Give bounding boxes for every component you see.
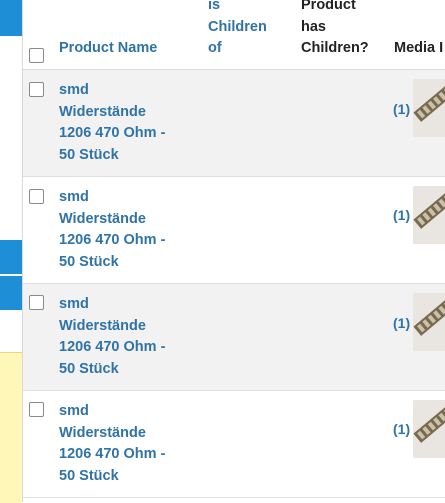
table-row: smd Widerstände 1206 470 Ohm - 50 Stück … xyxy=(23,177,445,284)
nav-bar-fragment xyxy=(0,276,22,310)
media-count-link[interactable]: (1) xyxy=(393,101,410,117)
media-count-link[interactable]: (1) xyxy=(393,207,410,223)
resistor-strip-image xyxy=(413,400,445,458)
product-name-link[interactable]: smd Widerstände 1206 470 Ohm - 50 Stück xyxy=(59,80,189,166)
column-header-product-has-children: Product has Children? xyxy=(301,0,369,56)
resistor-strip-image xyxy=(413,79,445,137)
row-select-checkbox[interactable] xyxy=(29,82,44,97)
table-row: smd Widerstände 1206 470 Ohm - 50 Stück … xyxy=(23,70,445,177)
media-count-link[interactable]: (1) xyxy=(393,315,410,331)
row-select-checkbox[interactable] xyxy=(29,189,44,204)
product-name-link[interactable]: smd Widerstände 1206 470 Ohm - 50 Stück xyxy=(59,294,189,380)
nav-bar-fragment xyxy=(0,240,22,274)
product-thumbnail[interactable] xyxy=(413,293,445,351)
column-header-product-name[interactable]: Product Name xyxy=(59,38,157,60)
row-select-checkbox[interactable] xyxy=(29,402,44,417)
background-page-strip xyxy=(0,0,22,503)
resistor-strip-image xyxy=(413,293,445,351)
notice-box-fragment xyxy=(0,352,22,503)
product-thumbnail[interactable] xyxy=(413,186,445,244)
product-name-link[interactable]: smd Widerstände 1206 470 Ohm - 50 Stück xyxy=(59,401,189,487)
column-header-media: Media I xyxy=(394,40,444,56)
product-thumbnail[interactable] xyxy=(413,400,445,458)
nav-bar-fragment xyxy=(0,0,22,36)
table-row: smd Widerstände 1206 470 Ohm - 50 Stück … xyxy=(23,391,445,498)
product-name-link[interactable]: smd Widerstände 1206 470 Ohm - 50 Stück xyxy=(59,187,189,273)
resistor-strip-image xyxy=(413,186,445,244)
select-all-checkbox[interactable] xyxy=(29,48,44,63)
table-row: smd Widerstände 1206 470 Ohm - 50 Stück … xyxy=(23,284,445,391)
product-table: Product Name is Children of Product has … xyxy=(22,0,445,502)
row-select-checkbox[interactable] xyxy=(29,295,44,310)
table-header: Product Name is Children of Product has … xyxy=(23,0,445,70)
column-header-is-children-of[interactable]: is Children of xyxy=(208,0,267,60)
media-count-link[interactable]: (1) xyxy=(393,421,410,437)
product-thumbnail[interactable] xyxy=(413,79,445,137)
